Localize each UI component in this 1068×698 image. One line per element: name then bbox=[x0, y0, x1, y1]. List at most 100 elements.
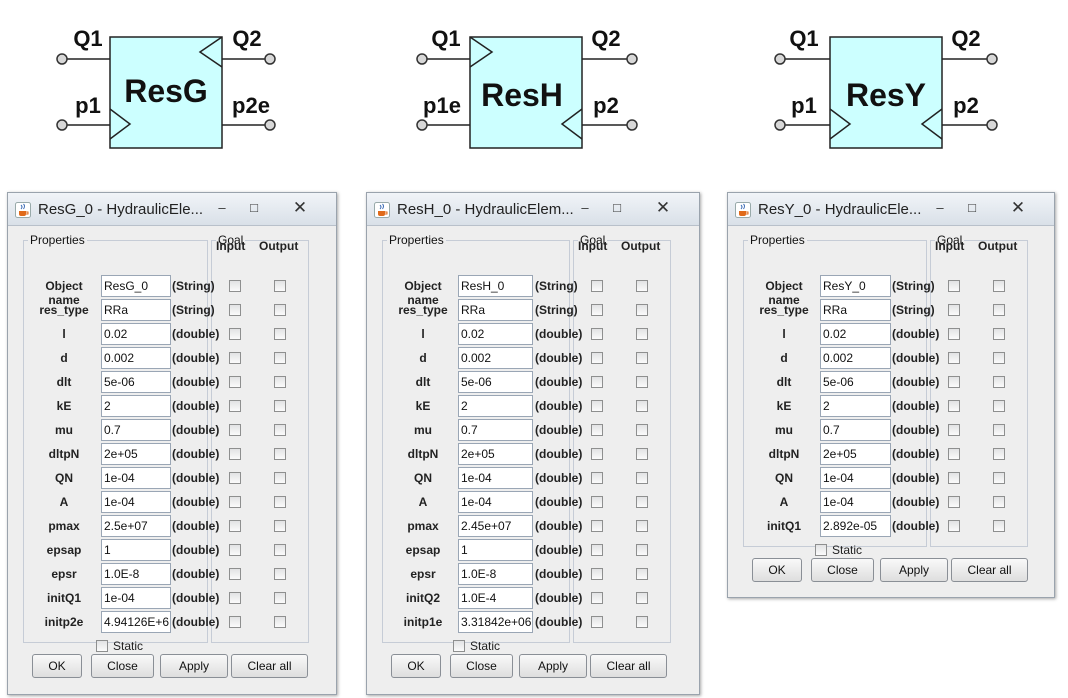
goal-output-checkbox[interactable] bbox=[993, 376, 1005, 388]
close-window-button[interactable]: ✕ bbox=[649, 198, 677, 217]
goal-input-checkbox[interactable] bbox=[229, 472, 241, 484]
goal-output-checkbox[interactable] bbox=[636, 520, 648, 532]
goal-input-checkbox[interactable] bbox=[591, 304, 603, 316]
goal-output-checkbox[interactable] bbox=[274, 592, 286, 604]
goal-output-checkbox[interactable] bbox=[636, 568, 648, 580]
goal-output-checkbox[interactable] bbox=[274, 352, 286, 364]
goal-output-checkbox[interactable] bbox=[274, 520, 286, 532]
goal-input-checkbox[interactable] bbox=[229, 424, 241, 436]
goal-input-checkbox[interactable] bbox=[229, 568, 241, 580]
goal-input-checkbox[interactable] bbox=[229, 400, 241, 412]
apply-button[interactable]: Apply bbox=[880, 558, 948, 582]
property-value-field[interactable]: 1.0E-4 bbox=[458, 587, 533, 609]
goal-output-checkbox[interactable] bbox=[274, 616, 286, 628]
property-value-field[interactable]: 1e-04 bbox=[820, 467, 891, 489]
goal-output-checkbox[interactable] bbox=[274, 424, 286, 436]
close-button[interactable]: Close bbox=[91, 654, 154, 678]
maximize-button[interactable]: □ bbox=[240, 198, 268, 217]
goal-input-checkbox[interactable] bbox=[948, 424, 960, 436]
static-option[interactable]: Static bbox=[453, 639, 500, 653]
goal-output-checkbox[interactable] bbox=[993, 280, 1005, 292]
goal-input-checkbox[interactable] bbox=[591, 496, 603, 508]
property-value-field[interactable]: 1 bbox=[101, 539, 171, 561]
property-value-field[interactable]: 1e-04 bbox=[101, 467, 171, 489]
close-window-button[interactable]: ✕ bbox=[1004, 198, 1032, 217]
property-value-field[interactable]: ResG_0 bbox=[101, 275, 171, 297]
property-value-field[interactable]: 2.5e+07 bbox=[101, 515, 171, 537]
goal-output-checkbox[interactable] bbox=[274, 376, 286, 388]
goal-input-checkbox[interactable] bbox=[229, 304, 241, 316]
goal-output-checkbox[interactable] bbox=[636, 280, 648, 292]
goal-output-checkbox[interactable] bbox=[636, 352, 648, 364]
block-resg[interactable]: ResG Q1 p1 Q2 p2e bbox=[56, 26, 276, 149]
property-value-field[interactable]: 2e+05 bbox=[101, 443, 171, 465]
goal-output-checkbox[interactable] bbox=[993, 496, 1005, 508]
goal-output-checkbox[interactable] bbox=[993, 448, 1005, 460]
goal-output-checkbox[interactable] bbox=[636, 472, 648, 484]
property-value-field[interactable]: 2 bbox=[458, 395, 533, 417]
clear-all-button[interactable]: Clear all bbox=[231, 654, 308, 678]
ok-button[interactable]: OK bbox=[32, 654, 82, 678]
close-window-button[interactable]: ✕ bbox=[286, 198, 314, 217]
goal-input-checkbox[interactable] bbox=[229, 376, 241, 388]
goal-input-checkbox[interactable] bbox=[948, 520, 960, 532]
property-value-field[interactable]: 2 bbox=[820, 395, 891, 417]
goal-output-checkbox[interactable] bbox=[993, 352, 1005, 364]
goal-input-checkbox[interactable] bbox=[591, 400, 603, 412]
property-value-field[interactable]: 0.002 bbox=[458, 347, 533, 369]
property-value-field[interactable]: 5e-06 bbox=[101, 371, 171, 393]
minimize-button[interactable]: – bbox=[926, 198, 954, 217]
property-value-field[interactable]: 0.02 bbox=[820, 323, 891, 345]
static-checkbox[interactable] bbox=[453, 640, 465, 652]
apply-button[interactable]: Apply bbox=[519, 654, 587, 678]
goal-input-checkbox[interactable] bbox=[591, 520, 603, 532]
goal-input-checkbox[interactable] bbox=[229, 544, 241, 556]
goal-output-checkbox[interactable] bbox=[993, 520, 1005, 532]
goal-input-checkbox[interactable] bbox=[229, 328, 241, 340]
property-value-field[interactable]: 5e-06 bbox=[458, 371, 533, 393]
block-resy[interactable]: ResY Q1 p1 Q2 p2 bbox=[774, 26, 998, 149]
goal-output-checkbox[interactable] bbox=[993, 472, 1005, 484]
goal-input-checkbox[interactable] bbox=[591, 616, 603, 628]
property-value-field[interactable]: 2 bbox=[101, 395, 171, 417]
goal-input-checkbox[interactable] bbox=[591, 592, 603, 604]
goal-output-checkbox[interactable] bbox=[636, 376, 648, 388]
goal-output-checkbox[interactable] bbox=[636, 496, 648, 508]
property-value-field[interactable]: RRa bbox=[458, 299, 533, 321]
goal-output-checkbox[interactable] bbox=[274, 280, 286, 292]
goal-input-checkbox[interactable] bbox=[591, 328, 603, 340]
goal-output-checkbox[interactable] bbox=[636, 328, 648, 340]
property-value-field[interactable]: 1.0E-8 bbox=[458, 563, 533, 585]
goal-output-checkbox[interactable] bbox=[993, 424, 1005, 436]
apply-button[interactable]: Apply bbox=[160, 654, 228, 678]
goal-input-checkbox[interactable] bbox=[229, 616, 241, 628]
goal-output-checkbox[interactable] bbox=[636, 400, 648, 412]
ok-button[interactable]: OK bbox=[391, 654, 441, 678]
property-value-field[interactable]: 1.0E-8 bbox=[101, 563, 171, 585]
goal-input-checkbox[interactable] bbox=[948, 280, 960, 292]
goal-input-checkbox[interactable] bbox=[229, 496, 241, 508]
goal-output-checkbox[interactable] bbox=[274, 304, 286, 316]
maximize-button[interactable]: □ bbox=[958, 198, 986, 217]
close-button[interactable]: Close bbox=[450, 654, 513, 678]
maximize-button[interactable]: □ bbox=[603, 198, 631, 217]
goal-input-checkbox[interactable] bbox=[948, 376, 960, 388]
clear-all-button[interactable]: Clear all bbox=[590, 654, 667, 678]
goal-input-checkbox[interactable] bbox=[948, 448, 960, 460]
goal-input-checkbox[interactable] bbox=[229, 448, 241, 460]
goal-input-checkbox[interactable] bbox=[591, 472, 603, 484]
goal-output-checkbox[interactable] bbox=[636, 448, 648, 460]
goal-input-checkbox[interactable] bbox=[229, 352, 241, 364]
property-value-field[interactable]: 1e-04 bbox=[101, 491, 171, 513]
goal-input-checkbox[interactable] bbox=[948, 304, 960, 316]
title-bar[interactable]: ResY_0 - HydraulicEle... – □ ✕ bbox=[728, 193, 1054, 226]
goal-output-checkbox[interactable] bbox=[274, 568, 286, 580]
goal-output-checkbox[interactable] bbox=[993, 304, 1005, 316]
goal-input-checkbox[interactable] bbox=[591, 376, 603, 388]
goal-input-checkbox[interactable] bbox=[591, 424, 603, 436]
property-value-field[interactable]: 0.7 bbox=[820, 419, 891, 441]
goal-output-checkbox[interactable] bbox=[636, 544, 648, 556]
goal-input-checkbox[interactable] bbox=[948, 496, 960, 508]
goal-input-checkbox[interactable] bbox=[229, 592, 241, 604]
goal-output-checkbox[interactable] bbox=[993, 400, 1005, 412]
